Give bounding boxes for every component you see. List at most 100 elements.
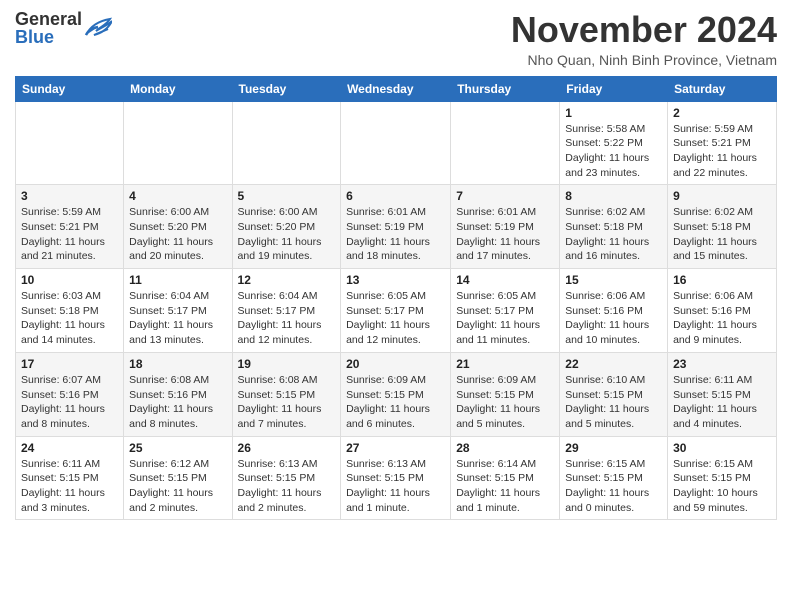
cell-day-number: 27 <box>346 441 445 455</box>
cell-info-text: Sunrise: 6:07 AMSunset: 5:16 PMDaylight:… <box>21 373 118 432</box>
cell-info-text: Sunrise: 6:01 AMSunset: 5:19 PMDaylight:… <box>346 205 445 264</box>
calendar-cell: 29 Sunrise: 6:15 AMSunset: 5:15 PMDayligh… <box>560 436 668 520</box>
cell-info-text: Sunrise: 6:09 AMSunset: 5:15 PMDaylight:… <box>346 373 445 432</box>
header-sunday: Sunday <box>16 76 124 101</box>
cell-info-text: Sunrise: 6:01 AMSunset: 5:19 PMDaylight:… <box>456 205 554 264</box>
cell-day-number: 9 <box>673 189 771 203</box>
calendar-cell: 25Sunrise: 6:12 AMSunset: 5:15 PMDayligh… <box>124 436 232 520</box>
calendar-header-row: SundayMondayTuesdayWednesdayThursdayFrid… <box>16 76 777 101</box>
cell-info-text: Sunrise: 6:08 AMSunset: 5:15 PMDaylight:… <box>238 373 336 432</box>
calendar-cell: 9 Sunrise: 6:02 AMSunset: 5:18 PMDaylight… <box>668 185 777 269</box>
cell-day-number: 4 <box>129 189 226 203</box>
cell-day-number: 21 <box>456 357 554 371</box>
cell-info-text: Sunrise: 6:05 AMSunset: 5:17 PMDaylight:… <box>456 289 554 348</box>
cell-info-text: Sunrise: 6:04 AMSunset: 5:17 PMDaylight:… <box>238 289 336 348</box>
calendar-cell: 16 Sunrise: 6:06 AMSunset: 5:16 PMDayligh… <box>668 269 777 353</box>
calendar-cell: 4 Sunrise: 6:00 AMSunset: 5:20 PMDaylight… <box>124 185 232 269</box>
logo-blue-text: Blue <box>15 28 82 46</box>
cell-info-text: Sunrise: 6:05 AMSunset: 5:17 PMDaylight:… <box>346 289 445 348</box>
calendar-cell: 14 Sunrise: 6:05 AMSunset: 5:17 PMDayligh… <box>451 269 560 353</box>
calendar-cell <box>451 101 560 185</box>
cell-info-text: Sunrise: 6:09 AMSunset: 5:15 PMDaylight:… <box>456 373 554 432</box>
cell-day-number: 19 <box>238 357 336 371</box>
cell-day-number: 23 <box>673 357 771 371</box>
cell-day-number: 5 <box>238 189 336 203</box>
month-year-title: November 2024 <box>511 10 777 50</box>
header-wednesday: Wednesday <box>341 76 451 101</box>
week-row-5: 24Sunrise: 6:11 AMSunset: 5:15 PMDayligh… <box>16 436 777 520</box>
calendar-cell: 22 Sunrise: 6:10 AMSunset: 5:15 PMDayligh… <box>560 352 668 436</box>
cell-info-text: Sunrise: 5:59 AMSunset: 5:21 PMDaylight:… <box>21 205 118 264</box>
week-row-2: 3 Sunrise: 5:59 AMSunset: 5:21 PMDaylight… <box>16 185 777 269</box>
header: General Blue November 2024 Nho Quan, Nin… <box>15 10 777 68</box>
week-row-1: 1 Sunrise: 5:58 AMSunset: 5:22 PMDaylight… <box>16 101 777 185</box>
calendar-cell: 20Sunrise: 6:09 AMSunset: 5:15 PMDayligh… <box>341 352 451 436</box>
week-row-4: 17 Sunrise: 6:07 AMSunset: 5:16 PMDayligh… <box>16 352 777 436</box>
calendar-cell: 13 Sunrise: 6:05 AMSunset: 5:17 PMDayligh… <box>341 269 451 353</box>
cell-info-text: Sunrise: 6:13 AMSunset: 5:15 PMDaylight:… <box>346 457 445 516</box>
cell-day-number: 2 <box>673 106 771 120</box>
calendar-cell: 7 Sunrise: 6:01 AMSunset: 5:19 PMDaylight… <box>451 185 560 269</box>
calendar-cell: 17 Sunrise: 6:07 AMSunset: 5:16 PMDayligh… <box>16 352 124 436</box>
cell-info-text: Sunrise: 6:14 AMSunset: 5:15 PMDaylight:… <box>456 457 554 516</box>
cell-info-text: Sunrise: 5:58 AMSunset: 5:22 PMDaylight:… <box>565 122 662 181</box>
calendar-cell: 3 Sunrise: 5:59 AMSunset: 5:21 PMDaylight… <box>16 185 124 269</box>
cell-info-text: Sunrise: 6:06 AMSunset: 5:16 PMDaylight:… <box>673 289 771 348</box>
header-thursday: Thursday <box>451 76 560 101</box>
cell-info-text: Sunrise: 6:02 AMSunset: 5:18 PMDaylight:… <box>673 205 771 264</box>
calendar-cell <box>124 101 232 185</box>
cell-day-number: 17 <box>21 357 118 371</box>
cell-day-number: 29 <box>565 441 662 455</box>
cell-info-text: Sunrise: 6:10 AMSunset: 5:15 PMDaylight:… <box>565 373 662 432</box>
cell-info-text: Sunrise: 6:00 AMSunset: 5:20 PMDaylight:… <box>238 205 336 264</box>
header-saturday: Saturday <box>668 76 777 101</box>
logo: General Blue <box>15 10 112 46</box>
cell-info-text: Sunrise: 6:03 AMSunset: 5:18 PMDaylight:… <box>21 289 118 348</box>
calendar-cell: 10 Sunrise: 6:03 AMSunset: 5:18 PMDayligh… <box>16 269 124 353</box>
cell-day-number: 12 <box>238 273 336 287</box>
cell-info-text: Sunrise: 6:08 AMSunset: 5:16 PMDaylight:… <box>129 373 226 432</box>
cell-info-text: Sunrise: 6:02 AMSunset: 5:18 PMDaylight:… <box>565 205 662 264</box>
calendar-cell: 24Sunrise: 6:11 AMSunset: 5:15 PMDayligh… <box>16 436 124 520</box>
calendar-cell <box>232 101 341 185</box>
cell-day-number: 15 <box>565 273 662 287</box>
cell-day-number: 14 <box>456 273 554 287</box>
calendar-table: SundayMondayTuesdayWednesdayThursdayFrid… <box>15 76 777 521</box>
cell-day-number: 13 <box>346 273 445 287</box>
calendar-cell: 26Sunrise: 6:13 AMSunset: 5:15 PMDayligh… <box>232 436 341 520</box>
cell-info-text: Sunrise: 5:59 AMSunset: 5:21 PMDaylight:… <box>673 122 771 181</box>
logo-bird-icon <box>84 17 112 39</box>
calendar-cell: 8Sunrise: 6:02 AMSunset: 5:18 PMDaylight… <box>560 185 668 269</box>
cell-day-number: 11 <box>129 273 226 287</box>
cell-info-text: Sunrise: 6:15 AMSunset: 5:15 PMDaylight:… <box>565 457 662 516</box>
cell-info-text: Sunrise: 6:15 AMSunset: 5:15 PMDaylight:… <box>673 457 771 516</box>
cell-info-text: Sunrise: 6:06 AMSunset: 5:16 PMDaylight:… <box>565 289 662 348</box>
cell-day-number: 1 <box>565 106 662 120</box>
calendar-cell: 23 Sunrise: 6:11 AMSunset: 5:15 PMDayligh… <box>668 352 777 436</box>
calendar-cell: 28Sunrise: 6:14 AMSunset: 5:15 PMDayligh… <box>451 436 560 520</box>
cell-day-number: 22 <box>565 357 662 371</box>
cell-info-text: Sunrise: 6:00 AMSunset: 5:20 PMDaylight:… <box>129 205 226 264</box>
logo-general-text: General <box>15 10 82 28</box>
title-section: November 2024 Nho Quan, Ninh Binh Provin… <box>511 10 777 68</box>
cell-day-number: 18 <box>129 357 226 371</box>
calendar-cell: 27 Sunrise: 6:13 AMSunset: 5:15 PMDayligh… <box>341 436 451 520</box>
calendar-cell <box>16 101 124 185</box>
cell-info-text: Sunrise: 6:12 AMSunset: 5:15 PMDaylight:… <box>129 457 226 516</box>
cell-day-number: 16 <box>673 273 771 287</box>
calendar-cell: 5 Sunrise: 6:00 AMSunset: 5:20 PMDaylight… <box>232 185 341 269</box>
calendar-cell: 1 Sunrise: 5:58 AMSunset: 5:22 PMDaylight… <box>560 101 668 185</box>
cell-info-text: Sunrise: 6:13 AMSunset: 5:15 PMDaylight:… <box>238 457 336 516</box>
calendar-cell: 21 Sunrise: 6:09 AMSunset: 5:15 PMDayligh… <box>451 352 560 436</box>
calendar-cell: 12 Sunrise: 6:04 AMSunset: 5:17 PMDayligh… <box>232 269 341 353</box>
cell-day-number: 3 <box>21 189 118 203</box>
calendar-cell: 11Sunrise: 6:04 AMSunset: 5:17 PMDayligh… <box>124 269 232 353</box>
cell-info-text: Sunrise: 6:11 AMSunset: 5:15 PMDaylight:… <box>21 457 118 516</box>
calendar-cell: 18 Sunrise: 6:08 AMSunset: 5:16 PMDayligh… <box>124 352 232 436</box>
header-friday: Friday <box>560 76 668 101</box>
cell-day-number: 7 <box>456 189 554 203</box>
header-monday: Monday <box>124 76 232 101</box>
cell-info-text: Sunrise: 6:11 AMSunset: 5:15 PMDaylight:… <box>673 373 771 432</box>
week-row-3: 10 Sunrise: 6:03 AMSunset: 5:18 PMDayligh… <box>16 269 777 353</box>
cell-day-number: 10 <box>21 273 118 287</box>
